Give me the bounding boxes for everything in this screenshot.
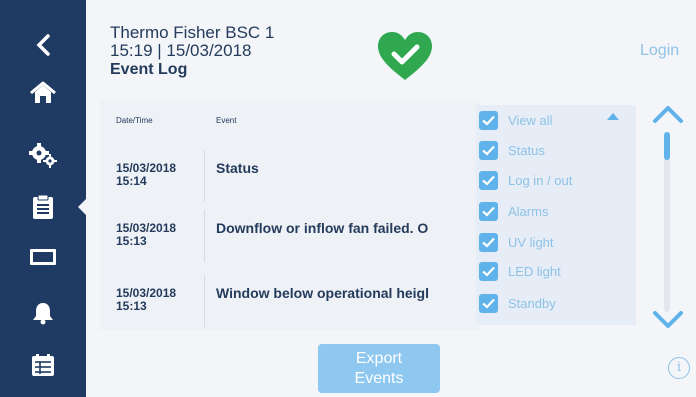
check-icon (482, 145, 495, 156)
table-row[interactable]: 15/03/2018 15:13 Window below operational… (100, 275, 480, 327)
checkbox-checked[interactable] (479, 261, 498, 281)
filter-label: Log in / out (508, 172, 573, 188)
sidebar (0, 0, 87, 397)
home-icon (30, 81, 56, 103)
column-header-datetime: Date/Time (116, 116, 153, 125)
row-date: 15/03/2018 (116, 221, 177, 235)
check-icon (482, 175, 495, 186)
chevron-down-icon (653, 311, 683, 328)
checkbox-checked[interactable] (479, 170, 498, 190)
chevron-up-icon[interactable] (606, 111, 620, 121)
home-button[interactable] (24, 74, 62, 112)
scroll-up-button[interactable] (652, 104, 684, 129)
settings-button[interactable] (24, 136, 62, 174)
row-datetime: 15/03/2018 15:13 (116, 287, 176, 313)
event-filter-panel: View all Status Log in / out Alarms UV l… (476, 105, 636, 325)
login-button[interactable]: Login (640, 42, 679, 60)
screen: Thermo Fisher BSC 1 15:19 | 15/03/2018 E… (0, 0, 696, 397)
row-time: 15:13 (116, 299, 147, 313)
filter-status[interactable]: Status (479, 139, 545, 161)
row-event: Status (216, 160, 259, 176)
filter-standby[interactable]: Standby (479, 292, 556, 314)
row-time: 15:14 (116, 174, 147, 188)
filter-led-light[interactable]: LED light (479, 260, 561, 282)
column-divider (204, 150, 205, 202)
row-time: 15:13 (116, 234, 147, 248)
device-name: Thermo Fisher BSC 1 (110, 23, 275, 42)
export-label-line2: Events (354, 369, 404, 387)
export-label-line1: Export (355, 349, 403, 367)
table-row[interactable]: 15/03/2018 15:14 Status (100, 150, 480, 202)
filter-label: UV light (508, 234, 554, 250)
scroll-down-button[interactable] (652, 310, 684, 335)
filter-label: LED light (508, 263, 561, 279)
row-date: 15/03/2018 (116, 161, 177, 175)
row-date: 15/03/2018 (116, 286, 177, 300)
scrollbar-thumb[interactable] (664, 132, 670, 160)
row-event: Window below operational heigl (216, 285, 429, 301)
page-title: Event Log (110, 61, 188, 78)
filter-label: View all (508, 112, 553, 128)
checkbox-checked[interactable] (479, 140, 498, 160)
checkbox-checked[interactable] (479, 201, 498, 221)
filter-label: Alarms (508, 203, 549, 219)
back-button[interactable] (24, 26, 62, 64)
filter-alarms[interactable]: Alarms (479, 200, 548, 222)
check-icon (482, 237, 495, 248)
filter-login-out[interactable]: Log in / out (479, 169, 572, 191)
status-indicator[interactable] (375, 30, 435, 82)
info-icon[interactable]: i (668, 357, 690, 379)
column-header-event: Event (216, 116, 237, 125)
filter-label: Standby (508, 295, 556, 311)
event-table: Date/Time Event 15/03/2018 15:14 Status 1… (100, 100, 480, 330)
row-datetime: 15/03/2018 15:14 (116, 162, 176, 188)
checkbox-checked[interactable] (479, 293, 498, 313)
export-events-button[interactable]: Export Events (318, 344, 440, 393)
check-icon (482, 298, 495, 309)
heart-check-icon (378, 32, 432, 80)
calendar-button[interactable] (24, 346, 62, 384)
settings-gears-icon (29, 143, 57, 168)
active-indicator (78, 198, 87, 216)
column-divider (204, 210, 205, 262)
column-divider (204, 275, 205, 327)
row-datetime: 15/03/2018 15:13 (116, 222, 176, 248)
table-row[interactable]: 15/03/2018 15:13 Downflow or inflow fan f… (100, 210, 480, 262)
bell-icon (33, 303, 53, 325)
display-screen-icon (30, 249, 56, 265)
event-log-button[interactable] (24, 188, 62, 226)
calendar-icon (32, 354, 54, 376)
check-icon (482, 266, 495, 277)
checkbox-checked[interactable] (479, 110, 498, 130)
filter-label: Status (508, 142, 545, 158)
display-button[interactable] (24, 238, 62, 276)
check-icon (482, 115, 495, 126)
alarms-button[interactable] (24, 294, 62, 332)
filter-uv-light[interactable]: UV light (479, 231, 554, 253)
chevron-up-icon (653, 106, 683, 123)
check-icon (482, 206, 495, 217)
filter-view-all[interactable]: View all (479, 109, 553, 131)
back-arrow-icon (36, 34, 50, 56)
current-datetime: 15:19 | 15/03/2018 (110, 41, 252, 60)
checkbox-checked[interactable] (479, 232, 498, 252)
clipboard-log-icon (33, 194, 53, 219)
row-event: Downflow or inflow fan failed. O (216, 220, 429, 236)
